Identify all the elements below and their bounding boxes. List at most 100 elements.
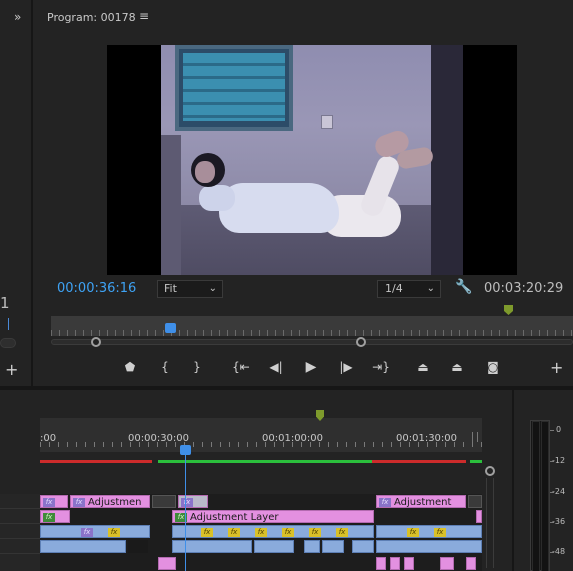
frame-window <box>175 45 293 131</box>
chevron-down-icon: ⌄ <box>208 283 217 294</box>
chevron-down-icon: ⌄ <box>426 283 435 294</box>
panel-fragment-label: 1 <box>0 294 10 312</box>
fx-badge: fx <box>108 527 120 537</box>
fx-badge: fx <box>255 527 267 537</box>
program-time-ruler[interactable] <box>51 305 573 336</box>
clip[interactable]: fx <box>178 495 208 508</box>
fx-badge: fx <box>336 527 348 537</box>
plus-icon[interactable]: + <box>550 358 563 377</box>
double-chevron-right-icon[interactable]: » <box>14 10 21 24</box>
clip-adjustment[interactable]: fx Adjustmen <box>70 495 150 508</box>
render-bar <box>40 460 482 463</box>
scrollbar-handle-left[interactable] <box>91 337 101 347</box>
fx-badge: fx <box>309 527 321 537</box>
clip[interactable] <box>304 540 320 553</box>
program-title[interactable]: Program: 00178 <box>47 11 136 24</box>
clip[interactable] <box>466 557 476 570</box>
meter-channel-left <box>532 421 540 571</box>
playhead-fragment <box>8 318 13 330</box>
meter-tick <box>550 430 554 431</box>
track-row: fx fx Adjustmen fx fx Adjustment <box>40 494 482 508</box>
step-back-button[interactable]: ◀| <box>267 358 285 376</box>
clip[interactable] <box>476 510 482 523</box>
marker-icon[interactable] <box>504 305 513 315</box>
timeline-vertical-scrollbar[interactable] <box>486 478 494 568</box>
frame-switch <box>321 115 333 129</box>
extract-button[interactable]: ⏏ <box>447 358 467 376</box>
fx-badge: fx <box>228 527 240 537</box>
clip[interactable]: fx fx <box>376 525 482 538</box>
clip[interactable] <box>440 557 454 570</box>
fx-badge: fx <box>282 527 294 537</box>
clip[interactable] <box>322 540 344 553</box>
clip-label: Adjustmen <box>88 497 142 508</box>
plus-icon[interactable]: + <box>5 360 18 379</box>
add-marker-button[interactable]: ⬟ <box>123 358 137 376</box>
unrendered-segment <box>40 460 152 463</box>
current-timecode[interactable]: 00:00:36:16 <box>57 281 136 296</box>
clip[interactable]: fx fx fx fx fx fx <box>172 525 374 538</box>
timeline-zoom-handle[interactable] <box>485 466 495 476</box>
clip[interactable] <box>172 540 252 553</box>
person-arm <box>199 185 235 211</box>
meter-label: -24 <box>552 487 566 496</box>
track-row <box>40 556 482 570</box>
rendered-segment <box>158 460 372 463</box>
mark-in-button[interactable]: { <box>159 358 171 376</box>
frame-door <box>431 45 463 275</box>
clip[interactable] <box>40 540 126 553</box>
clip[interactable] <box>254 540 294 553</box>
video-viewer[interactable] <box>107 45 517 275</box>
wrench-icon[interactable]: 🔧 <box>455 279 472 295</box>
clip-adjustment-layer[interactable]: fx Adjustment Layer <box>172 510 374 523</box>
step-forward-button[interactable]: |▶ <box>337 358 355 376</box>
clip[interactable] <box>376 557 386 570</box>
camera-icon[interactable]: ◙ <box>484 358 502 376</box>
resolution-select[interactable]: 1/4 ⌄ <box>377 280 441 298</box>
ruler-scroll-cap[interactable] <box>472 432 478 442</box>
timeline-tracks[interactable]: fx fx Adjustmen fx fx Adjustment fx fx Adju… <box>40 494 482 571</box>
transport-controls: ⬟ { } {⇤ ◀| ▶ |▶ ⇥} ⏏ ⏏ ◙ <box>35 358 573 376</box>
go-to-in-button[interactable]: {⇤ <box>231 358 251 376</box>
program-monitor: Program: 00178 ≡ 00:00:36:16 Fit ⌄ 1/4 ⌄… <box>35 0 573 386</box>
timeline-playhead-line[interactable] <box>185 454 186 571</box>
go-to-out-button[interactable]: ⇥} <box>371 358 391 376</box>
clip-gap[interactable] <box>152 495 176 508</box>
fx-badge: fx <box>43 512 55 522</box>
play-button[interactable]: ▶ <box>303 358 319 376</box>
fx-badge: fx <box>81 527 93 537</box>
program-playhead[interactable] <box>165 323 176 333</box>
video-frame <box>161 45 463 275</box>
person-body <box>219 183 339 233</box>
clip[interactable] <box>376 540 482 553</box>
track-row: fx fx Adjustment Layer <box>40 509 482 523</box>
scroll-bar-fragment[interactable] <box>0 338 16 348</box>
clip[interactable] <box>158 557 176 570</box>
scrollbar-handle-right[interactable] <box>356 337 366 347</box>
fx-badge: fx <box>379 497 391 507</box>
mark-out-button[interactable]: } <box>191 358 203 376</box>
timeline-ruler[interactable]: :00 00:00:30:00 00:01:00:00 00:01:30:00 <box>40 410 482 455</box>
clip[interactable] <box>390 557 400 570</box>
program-zoom-scrollbar[interactable] <box>51 337 573 347</box>
track-divider <box>0 538 40 539</box>
meter-channel-right <box>541 421 549 571</box>
clip[interactable] <box>404 557 414 570</box>
track-divider <box>0 553 40 554</box>
clip-gap[interactable] <box>468 495 482 508</box>
fx-badge: fx <box>201 527 213 537</box>
unrendered-segment <box>372 460 466 463</box>
clip[interactable]: fx <box>40 510 70 523</box>
clip-adjustment[interactable]: fx Adjustment <box>376 495 466 508</box>
hamburger-icon[interactable]: ≡ <box>139 9 149 23</box>
zoom-select[interactable]: Fit ⌄ <box>157 280 223 298</box>
marker-icon[interactable] <box>316 410 324 421</box>
clip[interactable]: fx fx <box>40 525 150 538</box>
lift-button[interactable]: ⏏ <box>413 358 433 376</box>
track-headers <box>0 494 40 571</box>
frame-shadow <box>161 135 181 275</box>
scrollbar-track[interactable] <box>51 339 573 345</box>
track-divider <box>0 523 40 524</box>
clip[interactable] <box>352 540 374 553</box>
clip[interactable]: fx <box>40 495 68 508</box>
